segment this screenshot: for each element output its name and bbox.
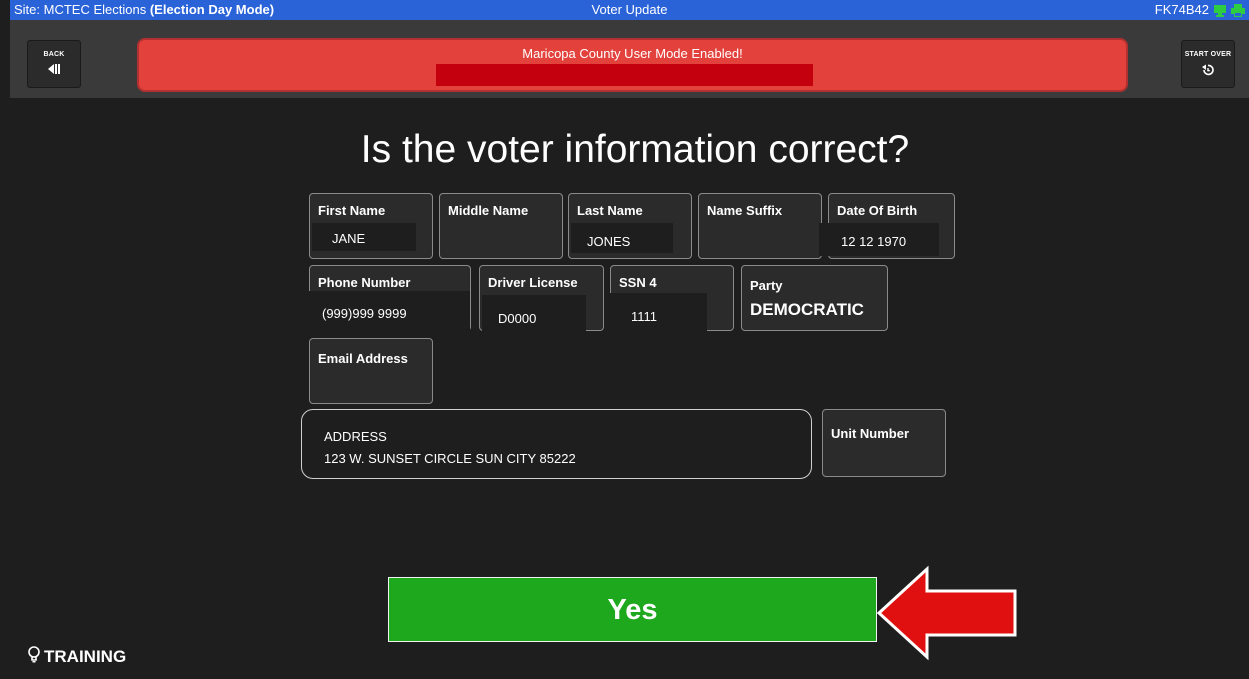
site-info: Site: MCTEC Elections (Election Day Mode… [14, 0, 274, 20]
name-suffix-field[interactable]: Name Suffix [698, 193, 822, 259]
back-button[interactable]: BACK [27, 40, 81, 88]
device-id: FK74B42 [1154, 2, 1209, 17]
middle-name-field[interactable]: Middle Name [439, 193, 563, 259]
first-name-label: First Name [318, 203, 386, 218]
back-label: BACK [43, 51, 65, 58]
mode-label: (Election Day Mode) [149, 2, 275, 17]
first-name-field[interactable]: First Name JANE [309, 193, 433, 259]
user-mode-banner: Maricopa County User Mode Enabled! [137, 38, 1128, 92]
start-over-button[interactable]: START OVER [1181, 40, 1235, 88]
ssn4-value: 1111 [631, 309, 658, 324]
back-icon [48, 64, 60, 74]
yes-button[interactable]: Yes [388, 577, 877, 642]
driver-license-field[interactable]: Driver License D0000 [479, 265, 604, 331]
middle-name-label: Middle Name [448, 203, 529, 218]
date-of-birth-value: 12 12 1970 [841, 234, 907, 249]
phone-number-value: (999)999 9999 [322, 306, 407, 321]
banner-text: Maricopa County User Mode Enabled! [522, 46, 743, 61]
status-area: FK74B42 [1155, 0, 1245, 20]
site-label: Site: MCTEC Elections [14, 2, 147, 17]
phone-number-label: Phone Number [318, 275, 411, 290]
date-of-birth-field[interactable]: Date Of Birth 12 12 1970 [819, 193, 955, 259]
address-value: 123 W. SUNSET CIRCLE SUN CITY 85222 [324, 451, 576, 466]
last-name-field[interactable]: Last Name JONES [568, 193, 692, 259]
lightbulb-icon [28, 646, 40, 663]
party-value: DEMOCRATIC [750, 300, 864, 319]
phone-number-field[interactable]: Phone Number (999)999 9999 [308, 265, 471, 331]
undo-icon [1202, 64, 1214, 76]
training-indicator: TRAINING [28, 646, 126, 667]
party-label: Party [750, 278, 783, 293]
unit-number-label: Unit Number [831, 426, 909, 441]
party-field[interactable]: Party DEMOCRATIC [741, 265, 888, 331]
ssn4-label: SSN 4 [619, 275, 657, 290]
address-field[interactable]: ADDRESS 123 W. SUNSET CIRCLE SUN CITY 85… [301, 409, 812, 479]
page-title: Is the voter information correct? [360, 128, 910, 171]
unit-number-field[interactable]: Unit Number [822, 409, 946, 477]
date-of-birth-label: Date Of Birth [837, 203, 918, 218]
start-over-label: START OVER [1184, 51, 1232, 58]
first-name-value: JANE [332, 231, 366, 246]
address-label: ADDRESS [324, 429, 387, 444]
email-address-field[interactable]: Email Address [309, 338, 433, 404]
driver-license-value: D0000 [498, 311, 537, 326]
email-address-label: Email Address [318, 351, 408, 366]
redaction-bar [436, 64, 813, 86]
printer-icon [1231, 3, 1245, 17]
left-arrow-icon [876, 565, 1017, 661]
last-name-value: JONES [587, 234, 631, 249]
driver-license-label: Driver License [488, 275, 578, 290]
last-name-label: Last Name [577, 203, 643, 218]
name-suffix-label: Name Suffix [707, 203, 783, 218]
ssn4-field[interactable]: SSN 4 1111 [605, 265, 734, 331]
title-bar: Site: MCTEC Elections (Election Day Mode… [10, 0, 1249, 20]
training-label: TRAINING [44, 647, 127, 666]
monitor-icon [1213, 4, 1227, 17]
